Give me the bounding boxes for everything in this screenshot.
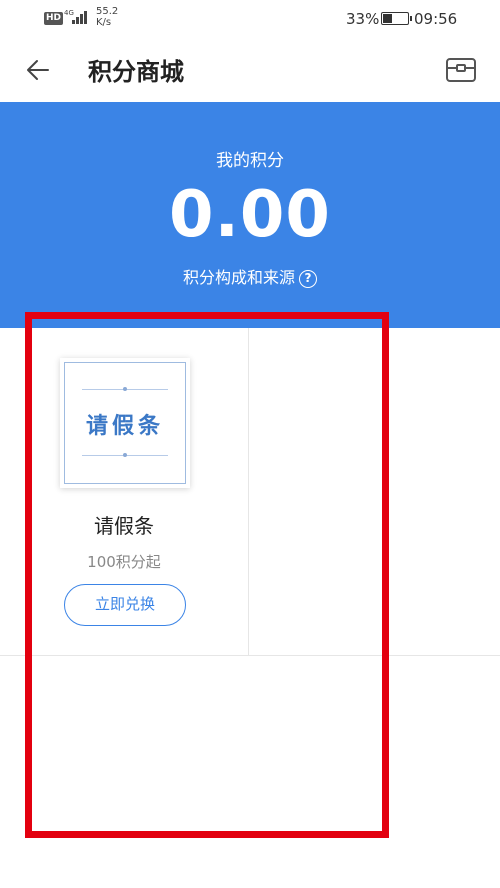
help-icon[interactable]: ? (299, 270, 317, 288)
redeem-button[interactable]: 立即兑换 (64, 584, 186, 626)
product-image[interactable]: 请假条 (60, 358, 190, 488)
nav-bar: 积分商城 (0, 36, 500, 102)
speed-value: 55.2 (96, 6, 119, 17)
product-name: 请假条 (94, 514, 154, 538)
battery-icon (381, 12, 412, 25)
decor-dot (123, 387, 127, 391)
my-points-label: 我的积分 (216, 151, 284, 171)
hd-icon: HD (44, 12, 64, 25)
grid-divider (248, 328, 249, 656)
status-bar: HD 4G 55.2 K/s 33% 09:56 (0, 0, 500, 36)
clock: 09:56 (414, 10, 458, 28)
battery-percent: 33% (346, 10, 380, 28)
product-card[interactable]: 请假条 请假条 100积分起 立即兑换 (0, 328, 248, 656)
battery-fill (383, 14, 392, 23)
points-source-label: 积分构成和来源 (182, 268, 295, 287)
points-header: 我的积分 0.00 积分构成和来源? (0, 102, 500, 328)
product-image-text: 请假条 (85, 414, 164, 439)
points-value: 0.00 (169, 178, 331, 252)
signal-icon (72, 10, 90, 24)
product-price: 100积分起 (87, 553, 161, 571)
wallet-icon[interactable] (445, 54, 477, 84)
decor-dot (123, 453, 127, 457)
back-arrow-icon[interactable] (24, 56, 52, 84)
speed-unit: K/s (96, 17, 112, 28)
points-source-link[interactable]: 积分构成和来源? (0, 264, 500, 288)
page-title: 积分商城 (88, 58, 184, 86)
network-speed: 55.2 K/s (96, 6, 118, 28)
product-grid: 请假条 请假条 100积分起 立即兑换 (0, 328, 500, 656)
